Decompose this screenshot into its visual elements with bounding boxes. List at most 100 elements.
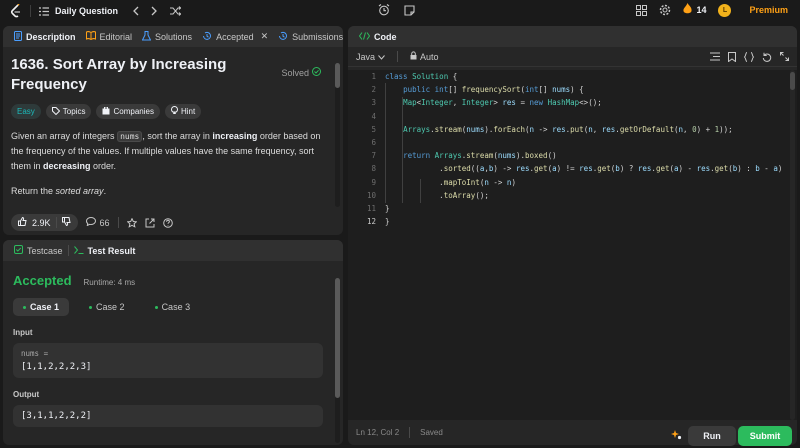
pass-dot xyxy=(154,305,158,309)
tab-test-result[interactable]: Test Result xyxy=(69,240,141,261)
fire-icon xyxy=(683,3,693,17)
pass-dot xyxy=(89,305,93,309)
alarm-clock-icon[interactable] xyxy=(378,4,390,16)
sparkle-icon[interactable] xyxy=(671,429,682,444)
share-icon[interactable] xyxy=(145,218,155,228)
input-label: Input xyxy=(13,328,33,337)
format-icon[interactable] xyxy=(710,52,720,64)
premium-link[interactable]: Premium xyxy=(749,5,788,15)
reset-icon[interactable] xyxy=(762,52,772,64)
terminal-icon xyxy=(73,245,84,256)
divider xyxy=(117,217,119,228)
star-icon[interactable] xyxy=(126,217,137,228)
tab-description[interactable]: Description xyxy=(9,26,81,47)
problem-list-icon[interactable] xyxy=(39,6,49,16)
description-panel: Description Editorial Solutions Accepted… xyxy=(3,26,343,235)
close-icon[interactable]: ✕ xyxy=(261,31,269,42)
code-icon xyxy=(358,31,371,42)
tab-label: Description xyxy=(26,31,76,42)
chevron-left-icon[interactable] xyxy=(132,6,139,16)
code-line: 1 class Solution { xyxy=(371,72,458,81)
scrollbar-thumb[interactable] xyxy=(335,278,340,398)
tab-submissions[interactable]: Submissions xyxy=(273,26,343,47)
layout-grid-icon[interactable] xyxy=(636,4,648,16)
divider xyxy=(397,51,399,62)
daily-question-title[interactable]: Daily Question xyxy=(55,6,118,16)
chevron-down-icon xyxy=(378,52,385,62)
code-line: 2 public int[] frequencySort(int[] nums)… xyxy=(371,85,584,95)
flask-icon xyxy=(141,30,152,43)
save-status: Saved xyxy=(420,428,443,437)
description-scrollbar[interactable] xyxy=(335,63,340,207)
tab-code[interactable]: Code xyxy=(354,26,402,47)
editor-scrollbar[interactable] xyxy=(790,70,795,420)
tab-label: Code xyxy=(374,31,397,42)
tab-testcase[interactable]: Testcase xyxy=(9,240,68,261)
shuffle-icon[interactable] xyxy=(170,6,182,16)
code-editor[interactable]: 1 class Solution { 2 public int[] frequen… xyxy=(348,70,797,420)
code-line: 3 Map<Integer, Integer> res = new HashMa… xyxy=(371,98,602,108)
statement-text: . xyxy=(103,186,107,196)
lock-icon xyxy=(410,51,417,62)
solved-status: Solved xyxy=(281,67,321,78)
indent-guide xyxy=(385,83,386,203)
tab-solutions[interactable]: Solutions xyxy=(137,26,197,47)
thumbs-down-icon[interactable] xyxy=(61,217,71,228)
code-line: 11} xyxy=(366,203,390,213)
result-scrollbar[interactable] xyxy=(335,278,340,443)
note-icon[interactable] xyxy=(404,4,415,16)
case-tab-1[interactable]: Case 1 xyxy=(13,298,70,316)
gear-icon[interactable] xyxy=(659,4,671,16)
code-tabs: Code xyxy=(348,26,797,47)
statement-text: order. xyxy=(90,161,117,171)
comments-button[interactable]: 66 xyxy=(85,216,110,228)
runtime-label: Runtime: 4 ms xyxy=(83,278,136,287)
help-icon[interactable] xyxy=(162,217,173,228)
problem-title[interactable]: 1636. Sort Array by Increasing Frequency xyxy=(11,55,271,95)
submit-button[interactable]: Submit xyxy=(738,426,792,446)
tab-accepted[interactable]: Accepted ✕ xyxy=(197,26,273,47)
case-tab-3[interactable]: Case 3 xyxy=(145,298,201,316)
braces-icon[interactable] xyxy=(743,52,755,64)
history-icon xyxy=(278,31,288,43)
leetcode-logo-icon[interactable] xyxy=(10,4,22,18)
bookmark-icon[interactable] xyxy=(728,52,736,64)
topics-tag[interactable]: Topics xyxy=(45,104,92,119)
scrollbar-thumb[interactable] xyxy=(335,63,340,88)
comment-count: 66 xyxy=(99,217,110,228)
language-label: Java xyxy=(356,51,376,62)
output-label: Output xyxy=(13,390,40,399)
streak-counter[interactable]: 14 xyxy=(683,3,706,17)
run-button[interactable]: Run xyxy=(688,426,736,446)
chevron-right-icon[interactable] xyxy=(151,6,158,16)
auto-label: Auto xyxy=(420,51,439,62)
tab-label: Test Result xyxy=(87,245,136,256)
check-circle-icon xyxy=(312,67,321,78)
code-line: 5 Arrays.stream(nums).forEach(n -> res.p… xyxy=(371,124,733,134)
divider xyxy=(409,427,411,438)
thumbs-up-icon[interactable] xyxy=(18,216,27,228)
tag-icon xyxy=(51,106,61,117)
output-box: [3,1,1,2,2,2] xyxy=(13,405,323,427)
description-tabs: Description Editorial Solutions Accepted… xyxy=(3,26,343,47)
tab-label: Accepted xyxy=(216,31,254,42)
divider xyxy=(55,217,57,228)
auto-mode[interactable]: Auto xyxy=(410,51,439,62)
code-line: 9 .mapToInt(n -> n) xyxy=(371,177,516,187)
case-tab-2[interactable]: Case 2 xyxy=(79,298,135,316)
expand-icon[interactable] xyxy=(780,52,789,64)
problem-statement: Given an array of integers nums, sort th… xyxy=(11,129,335,174)
editor-actions xyxy=(710,52,789,64)
case-label: Case 2 xyxy=(96,302,125,312)
description-icon xyxy=(14,30,22,43)
scrollbar-thumb[interactable] xyxy=(790,72,795,90)
companies-tag[interactable]: Companies xyxy=(96,104,160,119)
language-select[interactable]: Java xyxy=(356,52,385,62)
hint-tag[interactable]: Hint xyxy=(164,104,202,119)
input-key: nums = xyxy=(21,349,49,358)
code-line: 8 .sorted((a,b) -> res.get(a) != res.get… xyxy=(371,164,783,174)
statement-text: Return the xyxy=(11,186,56,196)
tab-editorial[interactable]: Editorial xyxy=(81,26,138,47)
code-line: 4 xyxy=(371,111,376,121)
coin-icon[interactable]: L xyxy=(718,3,732,17)
